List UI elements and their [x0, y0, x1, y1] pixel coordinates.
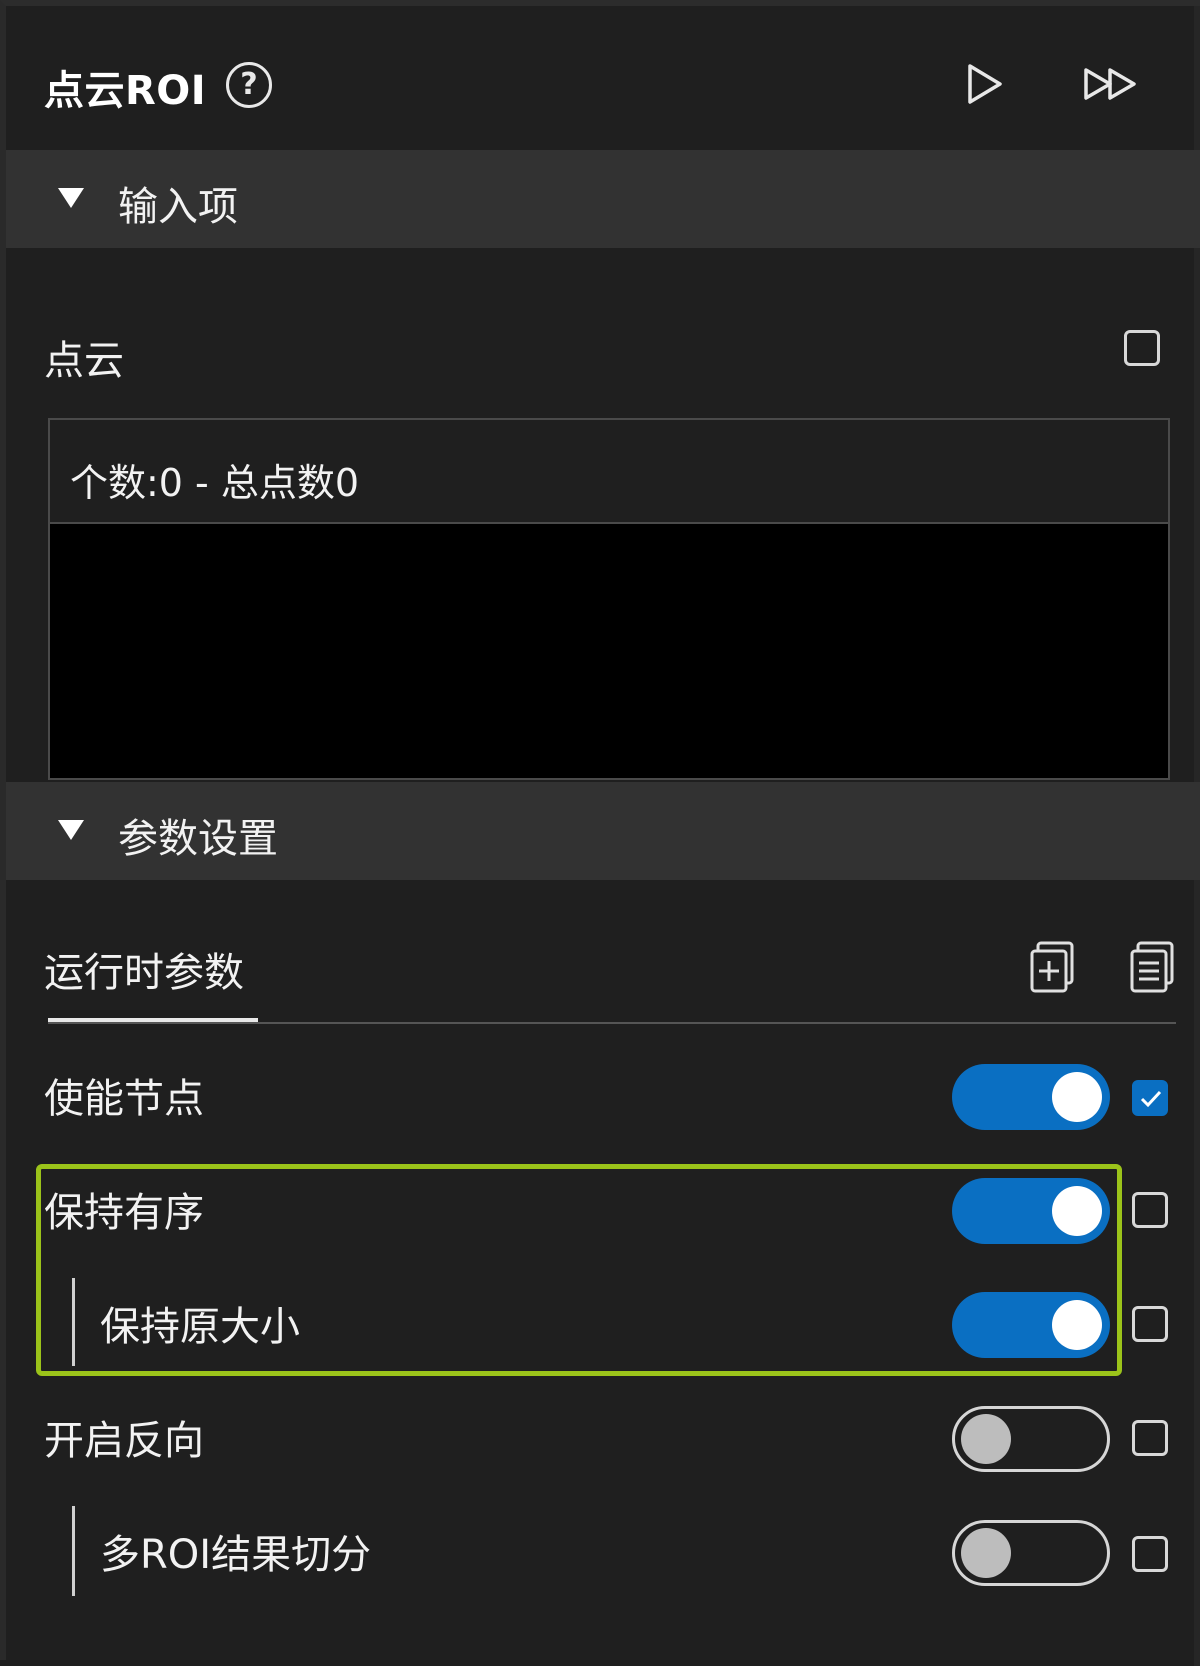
point-cloud-summary-bar: 个数:0 - 总点数0 [50, 420, 1168, 524]
param-section-header[interactable]: 参数设置 [6, 782, 1200, 880]
point-cloud-count: 个数:0 - 总点数0 [70, 461, 360, 505]
multi-roi-split-checkbox[interactable] [1132, 1536, 1168, 1572]
param-label: 开启反向 [44, 1418, 204, 1464]
input-section-label: 输入项 [118, 184, 238, 230]
point-cloud-label: 点云 [44, 338, 124, 384]
tab-divider [48, 1022, 1176, 1024]
keep-ordered-toggle[interactable] [952, 1178, 1110, 1244]
toggle-knob [961, 1528, 1011, 1578]
param-label: 多ROI结果切分 [100, 1532, 372, 1578]
checkmark-icon [1140, 1090, 1162, 1108]
param-label: 使能节点 [44, 1076, 204, 1122]
paste-params-icon[interactable] [1128, 940, 1178, 994]
caret-down-icon[interactable] [58, 188, 84, 208]
point-cloud-checkbox[interactable] [1124, 330, 1160, 366]
keep-original-size-checkbox[interactable] [1132, 1306, 1168, 1342]
multi-roi-split-toggle[interactable] [952, 1520, 1110, 1586]
param-label: 保持有序 [44, 1190, 204, 1236]
toggle-knob [1052, 1186, 1102, 1236]
keep-original-size-toggle[interactable] [952, 1292, 1110, 1358]
run-all-icon[interactable] [1082, 64, 1142, 104]
panel-title: 点云ROI [44, 68, 207, 114]
param-label: 保持原大小 [100, 1304, 300, 1350]
node-property-panel: 点云ROI ? 输入项 点云 个数:0 - 总点数0 参数设置 运行时参数 使能… [0, 0, 1200, 1666]
copy-params-icon[interactable] [1028, 940, 1078, 994]
input-section-header[interactable]: 输入项 [6, 150, 1200, 248]
enable-reverse-toggle[interactable] [952, 1406, 1110, 1472]
enable-reverse-checkbox[interactable] [1132, 1420, 1168, 1456]
run-once-icon[interactable] [962, 62, 1006, 106]
toggle-knob [961, 1414, 1011, 1464]
toggle-knob [1052, 1072, 1102, 1122]
keep-ordered-checkbox[interactable] [1132, 1192, 1168, 1228]
indent-line [72, 1278, 75, 1366]
enable-node-toggle[interactable] [952, 1064, 1110, 1130]
point-cloud-list[interactable]: 个数:0 - 总点数0 [48, 418, 1170, 780]
help-icon[interactable]: ? [226, 62, 272, 108]
panel-header: 点云ROI ? [6, 6, 1200, 150]
param-section-label: 参数设置 [118, 816, 278, 862]
enable-node-checkbox[interactable] [1132, 1080, 1168, 1116]
tab-runtime-params[interactable]: 运行时参数 [44, 940, 244, 998]
toggle-knob [1052, 1300, 1102, 1350]
caret-down-icon[interactable] [58, 820, 84, 840]
indent-line [72, 1506, 75, 1596]
